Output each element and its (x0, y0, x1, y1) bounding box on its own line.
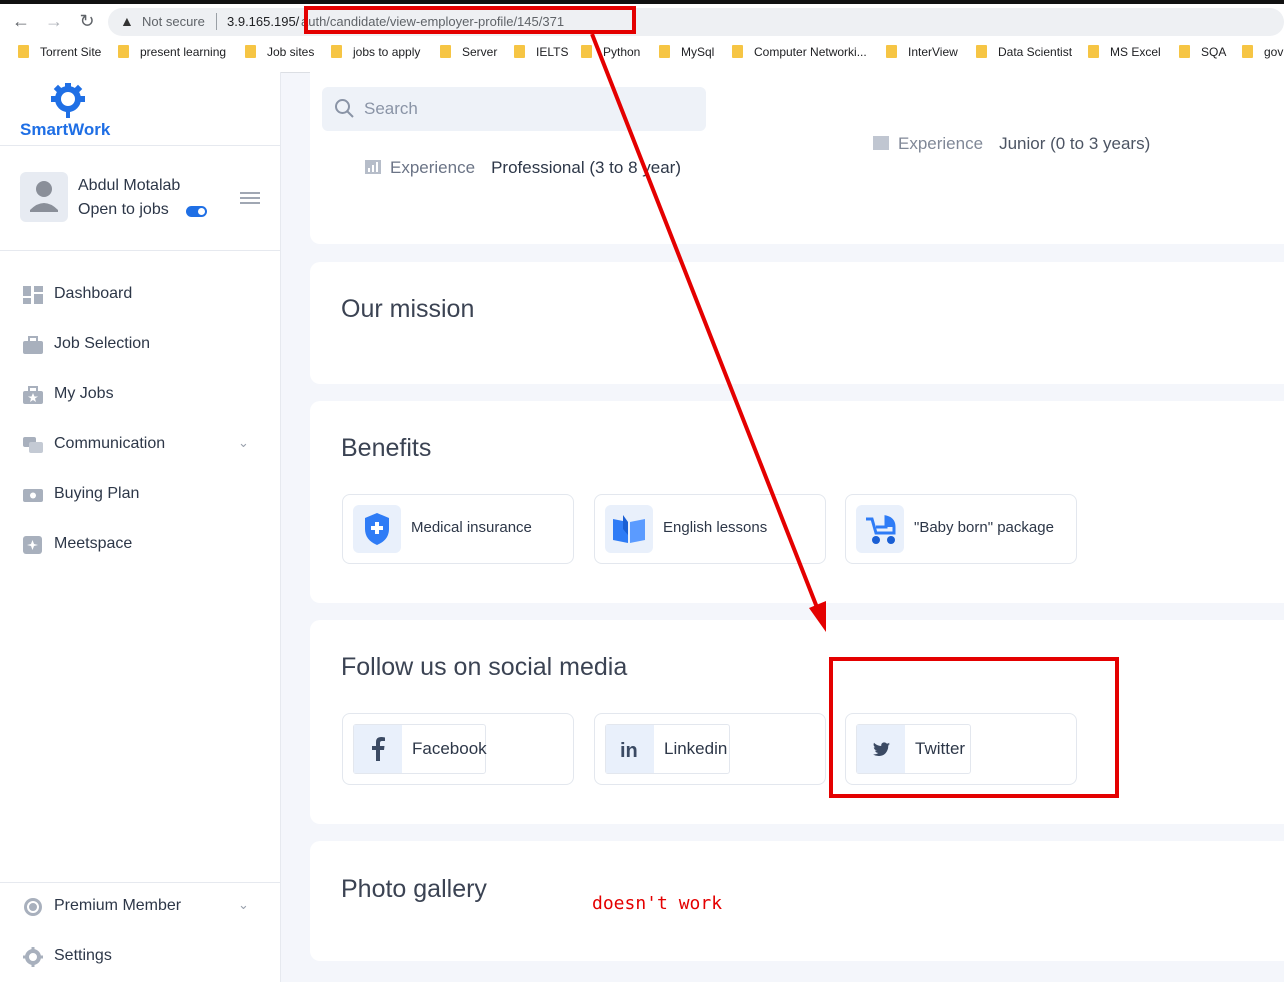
annotation-note: doesn't work (592, 893, 723, 914)
annotation-arrow (590, 33, 826, 632)
